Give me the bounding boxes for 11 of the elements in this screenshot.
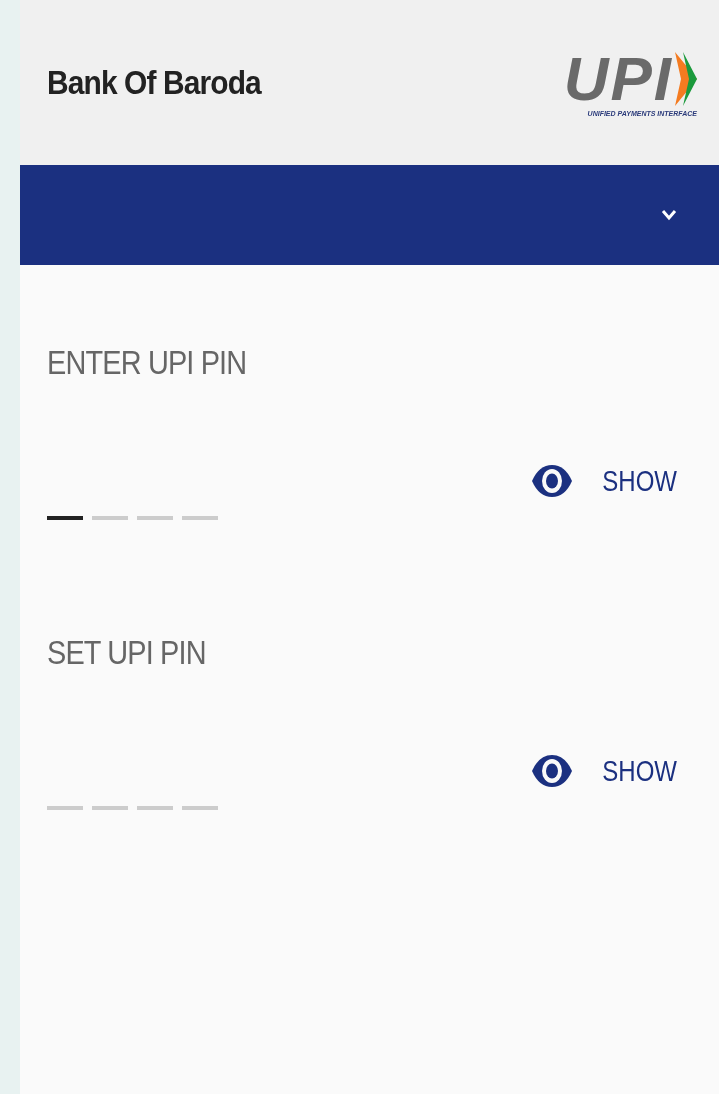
- chevron-icon: [661, 209, 677, 221]
- field-label: SET UPI PIN: [47, 633, 206, 672]
- account-bar[interactable]: [20, 165, 719, 265]
- bank-name: Bank Of Baroda: [47, 63, 261, 102]
- field-label: ENTER UPI PIN: [47, 343, 247, 382]
- eye-icon: [530, 464, 573, 498]
- logo-mark: UPI: [563, 48, 673, 110]
- eye-icon: [530, 754, 573, 788]
- arrow-icon: [675, 52, 697, 106]
- show-button[interactable]: SHOW: [530, 754, 686, 788]
- show-button[interactable]: SHOW: [530, 464, 686, 498]
